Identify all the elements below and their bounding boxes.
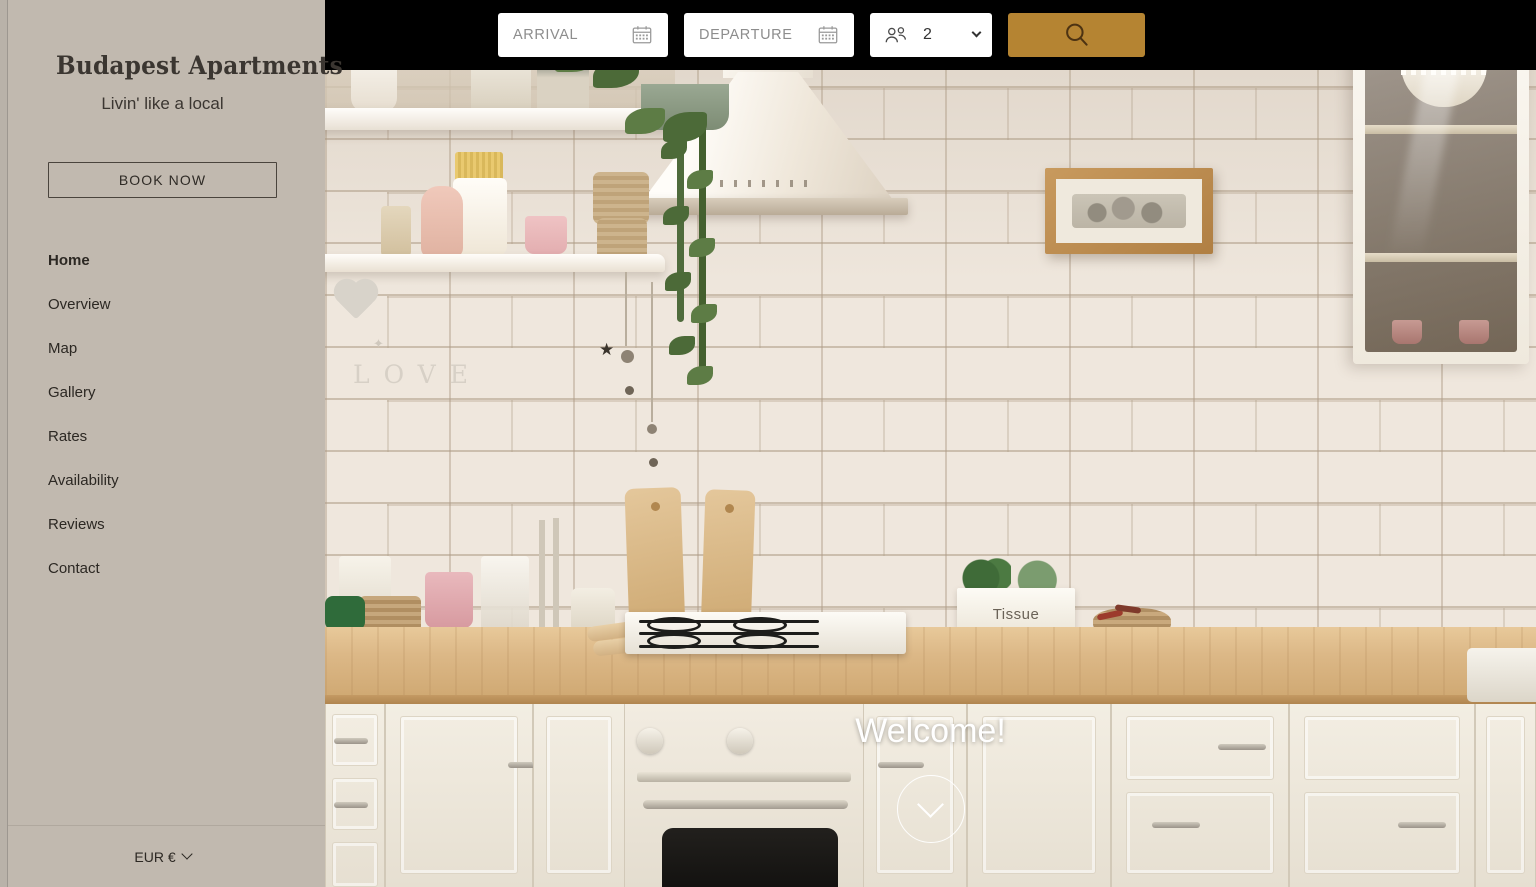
guest-count-value: 2 (923, 26, 932, 43)
hood-vents (720, 180, 815, 187)
cabinet-door (1111, 704, 1289, 887)
drawer-panel (332, 842, 378, 887)
departure-label: DEPARTURE (699, 27, 793, 43)
cabinet-door (385, 704, 550, 887)
door-panel (1126, 792, 1274, 874)
counter-edge (325, 695, 1536, 704)
oven-knob (637, 728, 663, 754)
sidebar-item-contact[interactable]: Contact (48, 552, 277, 585)
cabinet-drawer (325, 704, 385, 887)
spice-jar (381, 206, 411, 256)
page-title: Budapest Apartments (56, 51, 343, 80)
utensil (539, 520, 545, 630)
door-handle (1152, 822, 1200, 828)
search-icon (1065, 23, 1088, 46)
calendar-icon (632, 26, 652, 44)
sink (1467, 648, 1536, 702)
drawer-handle (334, 738, 368, 744)
currency-selector[interactable]: EUR € (0, 825, 325, 887)
door-panel (1486, 716, 1525, 874)
love-sign: LOVE (353, 360, 482, 389)
cabinet-glass (1365, 21, 1517, 352)
currency-label: EUR € (134, 848, 176, 865)
middle-shelf (325, 254, 665, 272)
gas-hob (625, 612, 906, 654)
pink-mug (1392, 320, 1423, 344)
sidebar-item-reviews[interactable]: Reviews (48, 508, 277, 541)
dangle-string (651, 282, 653, 422)
utensil (553, 518, 559, 630)
door-panel (400, 716, 518, 874)
departure-date-input[interactable]: DEPARTURE (684, 13, 854, 57)
bead (649, 458, 658, 467)
sidebar-item-map[interactable]: Map (48, 332, 277, 365)
door-panel (982, 716, 1096, 874)
sidebar-item-home[interactable]: Home (48, 244, 277, 277)
peach-vase (421, 186, 463, 258)
door-handle (878, 762, 924, 768)
drawer-handle (334, 802, 368, 808)
arrival-label: ARRIVAL (513, 27, 579, 43)
kitchen-photo: LOVE ★ ✦ Tissue (325, 0, 1536, 887)
framed-picture (1045, 168, 1213, 254)
chevron-down-icon (180, 847, 193, 860)
cabinet-door (1289, 704, 1475, 887)
upper-shelf (325, 108, 670, 130)
pink-cup (525, 216, 567, 254)
tissue-box-label: Tissue (992, 605, 1040, 623)
book-now-button[interactable]: BOOK NOW (48, 161, 277, 198)
hob-grate (639, 620, 819, 623)
brand-tagline: Livin' like a local (101, 93, 224, 113)
hob-grate (639, 645, 819, 648)
guests-select[interactable]: 2 (870, 13, 992, 57)
door-handle (1398, 822, 1446, 828)
board-hole (651, 502, 660, 511)
hob-grate (639, 632, 819, 635)
sidebar: Budapest Apartments Livin' like a local … (0, 0, 343, 887)
cat-drawing (1072, 194, 1186, 228)
picture-mat (1056, 179, 1202, 243)
bead (621, 350, 634, 363)
door-panel (1304, 716, 1460, 780)
search-fields-row: ARRIVAL DEPARTURE 2 (498, 13, 1145, 57)
cabinet-door (967, 704, 1111, 887)
calendar-icon (818, 26, 838, 44)
sidebar-item-availability[interactable]: Availability (48, 464, 277, 497)
sidebar-item-gallery[interactable]: Gallery (48, 376, 277, 409)
woven-basket (593, 172, 649, 224)
cabinet-door (533, 704, 625, 887)
door-panel (546, 716, 612, 874)
pink-mug (1459, 320, 1490, 344)
star-icon: ✦ (373, 336, 384, 351)
main-navigation: Home Overview Map Gallery Rates Availabi… (48, 244, 277, 585)
chevron-down-icon (971, 27, 982, 37)
chevron-down-icon (917, 790, 944, 818)
booking-search-bar: ARRIVAL DEPARTURE 2 (325, 0, 1536, 70)
search-button[interactable] (1008, 13, 1145, 57)
sidebar-item-overview[interactable]: Overview (48, 288, 277, 321)
sidebar-item-rates[interactable]: Rates (48, 420, 277, 453)
door-panel (1304, 792, 1460, 874)
bead (647, 424, 657, 434)
pink-jug (425, 572, 473, 628)
bead (625, 386, 634, 395)
oven-handle (643, 800, 848, 809)
scroll-down-button[interactable] (896, 775, 965, 843)
oven-trim (637, 772, 851, 782)
star-icon: ★ (599, 340, 615, 359)
wooden-countertop (325, 627, 1536, 699)
page-scroll-gutter[interactable] (0, 0, 8, 887)
guests-icon (885, 27, 906, 43)
green-item (325, 596, 365, 630)
hero-image: LOVE ★ ✦ Tissue (325, 0, 1536, 887)
oven-knob (727, 728, 753, 754)
dangle-string (625, 272, 627, 346)
glass-jar (481, 556, 529, 630)
door-handle (1218, 744, 1266, 750)
cabinet-door (1475, 704, 1536, 887)
arrival-date-input[interactable]: ARRIVAL (498, 13, 668, 57)
oven-window (662, 828, 838, 887)
sidebar-content: Budapest Apartments Livin' like a local … (0, 0, 343, 825)
board-hole (725, 504, 734, 513)
